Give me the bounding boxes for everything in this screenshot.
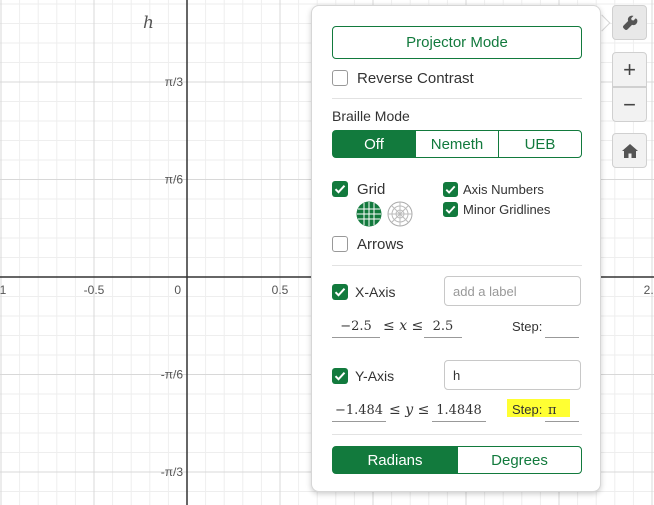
x-tick-label: 0 — [174, 283, 181, 297]
divider — [332, 265, 582, 266]
y-axis-checkbox[interactable] — [332, 368, 348, 384]
axis-numbers-checkbox[interactable] — [443, 182, 458, 197]
x-bounds-expression: ≤ x ≤ — [383, 318, 424, 334]
graph-settings-panel: Projector Mode Reverse Contrast Braille … — [311, 5, 601, 492]
reverse-contrast-checkbox[interactable] — [332, 70, 348, 86]
y-step-label: Step: — [512, 402, 543, 417]
divider — [332, 434, 582, 435]
braille-off-option[interactable]: Off — [332, 130, 416, 158]
checkmark-icon — [332, 181, 348, 197]
y-bounds-expression: ≤ y ≤ — [389, 402, 430, 418]
x-tick-label: -0.5 — [84, 283, 105, 297]
y-tick-label: -π/3 — [161, 465, 184, 479]
y-tick-label: -π/6 — [161, 367, 184, 381]
y-min-field[interactable]: −1.484 — [332, 399, 386, 422]
x-tick-label: 0.5 — [272, 283, 289, 297]
plus-icon: + — [623, 56, 636, 82]
cartesian-grid-option[interactable] — [356, 201, 382, 227]
projector-mode-button[interactable]: Projector Mode — [332, 26, 582, 59]
x-axis-label: X-Axis — [355, 284, 396, 300]
axis-numbers-label: Axis Numbers — [463, 182, 544, 197]
projector-mode-label: Projector Mode — [406, 34, 508, 51]
checkmark-icon — [443, 202, 458, 217]
arrows-checkbox[interactable] — [332, 236, 348, 252]
polar-grid-option[interactable] — [387, 201, 413, 227]
degrees-option[interactable]: Degrees — [457, 446, 582, 474]
wrench-icon — [622, 15, 637, 30]
x-min-field[interactable]: −2.5 — [332, 315, 380, 338]
radians-option[interactable]: Radians — [332, 446, 458, 474]
grid-label: Grid — [357, 181, 386, 198]
checkmark-icon — [332, 284, 348, 300]
y-tick-label: π/6 — [165, 173, 184, 187]
y-axis-name: h — [143, 13, 154, 33]
polar-grid-icon — [387, 201, 413, 227]
minor-gridlines-checkbox[interactable] — [443, 202, 458, 217]
x-tick-label: 2.5 — [644, 283, 654, 297]
x-step-label: Step: — [512, 319, 543, 334]
y-axis-label: Y-Axis — [355, 368, 395, 384]
checkmark-icon — [332, 368, 348, 384]
x-tick-label: -1 — [0, 283, 7, 297]
x-axis-checkbox[interactable] — [332, 284, 348, 300]
settings-button[interactable] — [612, 5, 647, 40]
cartesian-grid-icon — [356, 201, 382, 227]
x-axis-label-input[interactable] — [444, 276, 581, 306]
x-max-field[interactable]: 2.5 — [424, 315, 462, 338]
y-tick-label: π/3 — [165, 75, 184, 89]
home-button[interactable] — [612, 133, 647, 168]
minus-icon: − — [623, 91, 636, 117]
y-max-field[interactable]: 1.4848 — [432, 399, 486, 422]
braille-ueb-option[interactable]: UEB — [498, 130, 582, 158]
braille-nemeth-option[interactable]: Nemeth — [415, 130, 499, 158]
checkmark-icon — [443, 182, 458, 197]
zoom-out-button[interactable]: − — [612, 87, 647, 122]
arrows-label: Arrows — [357, 236, 404, 253]
y-step-field[interactable]: π — [545, 399, 579, 422]
home-icon — [621, 143, 638, 158]
reverse-contrast-label: Reverse Contrast — [357, 70, 474, 87]
x-step-field[interactable] — [545, 315, 579, 338]
braille-mode-title: Braille Mode — [332, 108, 410, 124]
minor-gridlines-label: Minor Gridlines — [463, 202, 551, 217]
grid-checkbox[interactable] — [332, 181, 348, 197]
y-axis-label-input[interactable] — [444, 360, 581, 390]
divider — [332, 98, 582, 99]
zoom-in-button[interactable]: + — [612, 52, 647, 87]
